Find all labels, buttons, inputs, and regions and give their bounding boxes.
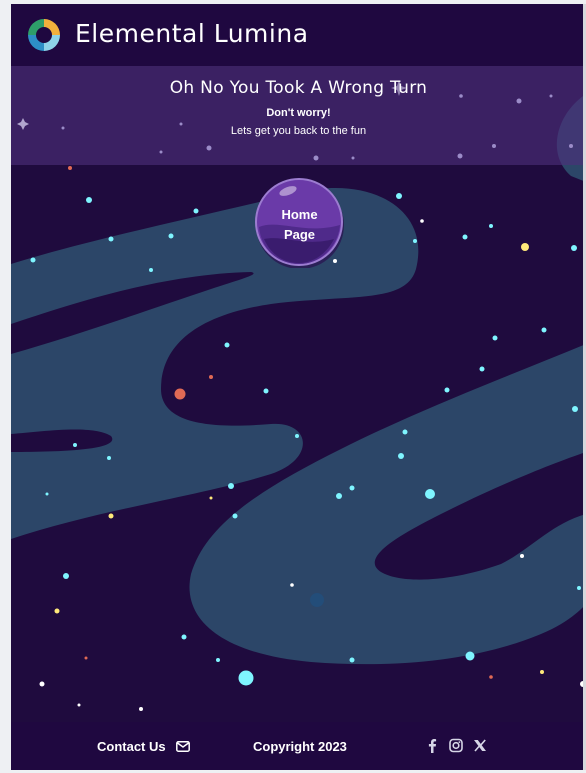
social-links — [425, 738, 487, 753]
site-header: Elemental Lumina — [11, 4, 586, 66]
home-label-line1: Home — [281, 207, 318, 222]
site-footer: Contact Us Copyright 2023 — [11, 722, 586, 770]
copyright-text: Copyright 2023 — [253, 739, 347, 754]
swirl-logo-icon[interactable] — [25, 16, 63, 54]
error-message: Lets get you back to the fun — [230, 125, 367, 137]
home-label-line2: Page — [283, 227, 316, 242]
home-page-button[interactable]: Home Page — [254, 177, 345, 268]
envelope-icon — [175, 741, 190, 752]
x-icon[interactable] — [473, 738, 487, 753]
river-lower — [189, 344, 586, 665]
error-subtitle: Don't worry! — [266, 107, 331, 119]
contact-us-link[interactable]: Contact Us — [97, 739, 190, 754]
instagram-icon[interactable] — [449, 738, 463, 753]
contact-label: Contact Us — [97, 739, 166, 754]
brand-name[interactable]: Elemental Lumina — [75, 19, 309, 48]
page-frame: Elemental Lumina Oh No You Took A Wrong … — [11, 4, 586, 770]
facebook-icon[interactable] — [425, 738, 439, 753]
error-title: Oh No You Took A Wrong Turn — [169, 78, 428, 98]
